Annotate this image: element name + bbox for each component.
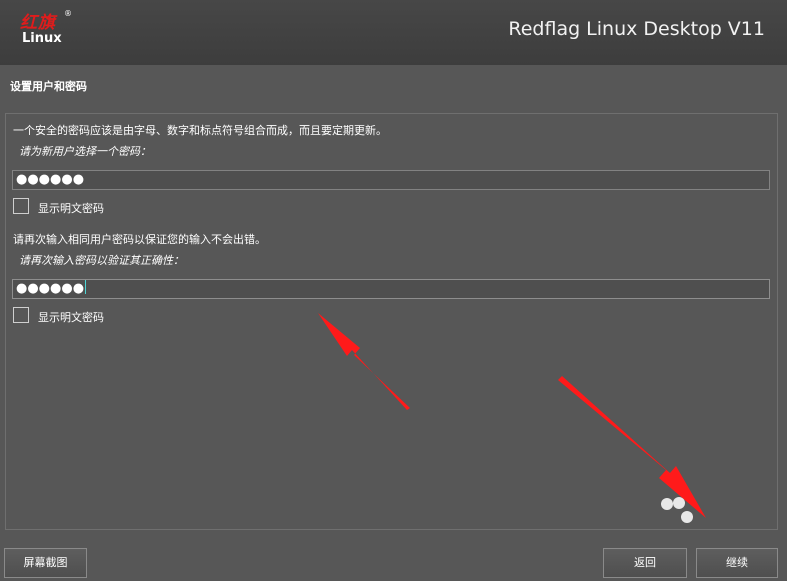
annotation-arrows [318, 313, 706, 518]
cursor-dot-3 [681, 511, 693, 523]
annotation-arrow-2 [558, 376, 706, 518]
annotation-arrow-1 [318, 313, 410, 410]
cursor-dot-2 [673, 497, 685, 509]
cursor-dot-1 [661, 498, 673, 510]
